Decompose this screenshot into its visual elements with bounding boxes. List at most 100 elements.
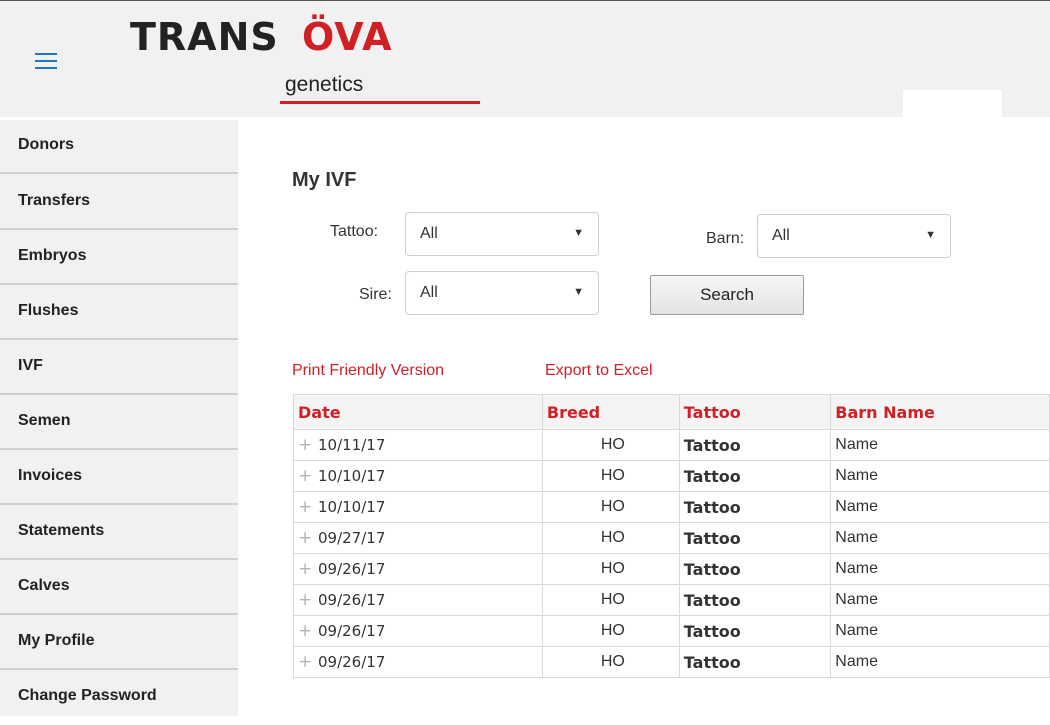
date-value: 09/26/17: [318, 591, 386, 609]
table-row: +10/10/17 HO Tattoo Name: [293, 491, 1050, 523]
column-header-breed[interactable]: Breed: [541, 394, 680, 430]
date-value: 09/27/17: [318, 529, 386, 547]
expand-plus-icon[interactable]: +: [298, 497, 318, 517]
date-value: 09/26/17: [318, 653, 386, 671]
barn-name-cell: Name: [830, 553, 1050, 585]
date-value: 10/10/17: [318, 467, 386, 485]
date-cell: +10/11/17: [293, 429, 543, 461]
sidebar-nav: Donors Transfers Embryos Flushes IVF Sem…: [0, 120, 238, 716]
sidebar-item-embryos[interactable]: Embryos: [0, 231, 238, 285]
tattoo-cell: Tattoo: [678, 584, 832, 616]
sire-filter-value: All: [420, 284, 438, 301]
sidebar-item-donors[interactable]: Donors: [0, 120, 238, 174]
breed-cell: HO: [541, 429, 680, 461]
date-cell: +09/26/17: [293, 646, 543, 678]
expand-plus-icon[interactable]: +: [298, 590, 318, 610]
expand-plus-icon[interactable]: +: [298, 652, 318, 672]
breed-cell: HO: [541, 553, 680, 585]
search-button[interactable]: Search: [650, 275, 804, 315]
sire-filter-select[interactable]: All ▼: [405, 271, 599, 315]
barn-name-cell: Name: [830, 491, 1050, 523]
date-cell: +10/10/17: [293, 460, 543, 492]
breed-cell: HO: [541, 615, 680, 647]
tattoo-cell: Tattoo: [678, 460, 832, 492]
expand-plus-icon[interactable]: +: [298, 621, 318, 641]
expand-plus-icon[interactable]: +: [298, 528, 318, 548]
sidebar-item-transfers[interactable]: Transfers: [0, 176, 238, 230]
sidebar-item-semen[interactable]: Semen: [0, 396, 238, 450]
barn-name-cell: Name: [830, 646, 1050, 678]
trans-ova-genetics-logo[interactable]: TRANS ÖVA genetics: [130, 15, 490, 111]
date-cell: +09/26/17: [293, 553, 543, 585]
barn-filter-select[interactable]: All ▼: [757, 214, 951, 258]
logo-text-genetics: genetics: [285, 73, 364, 96]
expand-plus-icon[interactable]: +: [298, 435, 318, 455]
logo-text-ova: ÖVA: [302, 15, 393, 59]
table-row: +09/26/17 HO Tattoo Name: [293, 646, 1050, 678]
tattoo-cell: Tattoo: [678, 522, 832, 554]
table-row: +10/10/17 HO Tattoo Name: [293, 460, 1050, 492]
date-value: 09/26/17: [318, 622, 386, 640]
hamburger-menu-icon[interactable]: [35, 53, 57, 69]
sidebar-item-label: Embryos: [18, 247, 87, 264]
table-row: +09/26/17 HO Tattoo Name: [293, 615, 1050, 647]
table-row: +09/26/17 HO Tattoo Name: [293, 553, 1050, 585]
page-title: My IVF: [292, 169, 357, 191]
chevron-down-icon: ▼: [573, 286, 584, 298]
expand-plus-icon[interactable]: +: [298, 559, 318, 579]
sidebar-item-label: Transfers: [18, 192, 91, 209]
sidebar-item-change-password[interactable]: Change Password: [0, 671, 238, 725]
date-cell: +09/27/17: [293, 522, 543, 554]
tattoo-filter-value: All: [420, 225, 438, 242]
breed-cell: HO: [541, 491, 680, 523]
tattoo-cell: Tattoo: [678, 646, 832, 678]
logo-text-trans: TRANS: [130, 15, 279, 59]
tattoo-filter-label: Tattoo:: [330, 223, 379, 240]
column-header-date[interactable]: Date: [293, 394, 543, 430]
breed-cell: HO: [541, 646, 680, 678]
header-blank-panel: [903, 90, 1002, 118]
sidebar-item-my-profile[interactable]: My Profile: [0, 616, 238, 670]
app-header: TRANS ÖVA genetics: [0, 0, 1050, 118]
date-value: 10/11/17: [318, 436, 386, 454]
sidebar-item-invoices[interactable]: Invoices: [0, 451, 238, 505]
column-header-barn-name[interactable]: Barn Name: [830, 394, 1050, 430]
tattoo-cell: Tattoo: [678, 615, 832, 647]
barn-name-cell: Name: [830, 615, 1050, 647]
table-header-row: Date Breed Tattoo Barn Name: [293, 394, 1050, 430]
barn-name-cell: Name: [830, 522, 1050, 554]
table-row: +09/26/17 HO Tattoo Name: [293, 584, 1050, 616]
barn-name-cell: Name: [830, 584, 1050, 616]
sire-filter-label: Sire:: [359, 286, 392, 303]
breed-cell: HO: [541, 460, 680, 492]
date-cell: +10/10/17: [293, 491, 543, 523]
sidebar-item-label: My Profile: [18, 632, 95, 649]
date-value: 10/10/17: [318, 498, 386, 516]
table-row: +10/11/17 HO Tattoo Name: [293, 429, 1050, 461]
sidebar-item-flushes[interactable]: Flushes: [0, 286, 238, 340]
sidebar-item-label: Statements: [18, 522, 105, 539]
date-value: 09/26/17: [318, 560, 386, 578]
ivf-table: Date Breed Tattoo Barn Name +10/11/17 HO…: [293, 394, 1050, 678]
export-excel-link[interactable]: Export to Excel: [545, 362, 653, 380]
sidebar-item-label: Semen: [18, 412, 71, 429]
sidebar-item-ivf[interactable]: IVF: [0, 341, 238, 395]
column-header-tattoo[interactable]: Tattoo: [678, 394, 832, 430]
chevron-down-icon: ▼: [573, 227, 584, 239]
sidebar-item-statements[interactable]: Statements: [0, 506, 238, 560]
table-row: +09/27/17 HO Tattoo Name: [293, 522, 1050, 554]
sidebar-item-label: Invoices: [18, 467, 83, 484]
expand-plus-icon[interactable]: +: [298, 466, 318, 486]
sidebar-item-label: Flushes: [18, 302, 79, 319]
logo-underline: [280, 101, 480, 104]
sidebar-item-label: Change Password: [18, 687, 157, 704]
barn-name-cell: Name: [830, 460, 1050, 492]
date-cell: +09/26/17: [293, 615, 543, 647]
print-friendly-link[interactable]: Print Friendly Version: [292, 362, 444, 380]
tattoo-cell: Tattoo: [678, 491, 832, 523]
sidebar-item-calves[interactable]: Calves: [0, 561, 238, 615]
breed-cell: HO: [541, 522, 680, 554]
tattoo-filter-select[interactable]: All ▼: [405, 212, 599, 256]
chevron-down-icon: ▼: [925, 229, 936, 241]
tattoo-cell: Tattoo: [678, 553, 832, 585]
